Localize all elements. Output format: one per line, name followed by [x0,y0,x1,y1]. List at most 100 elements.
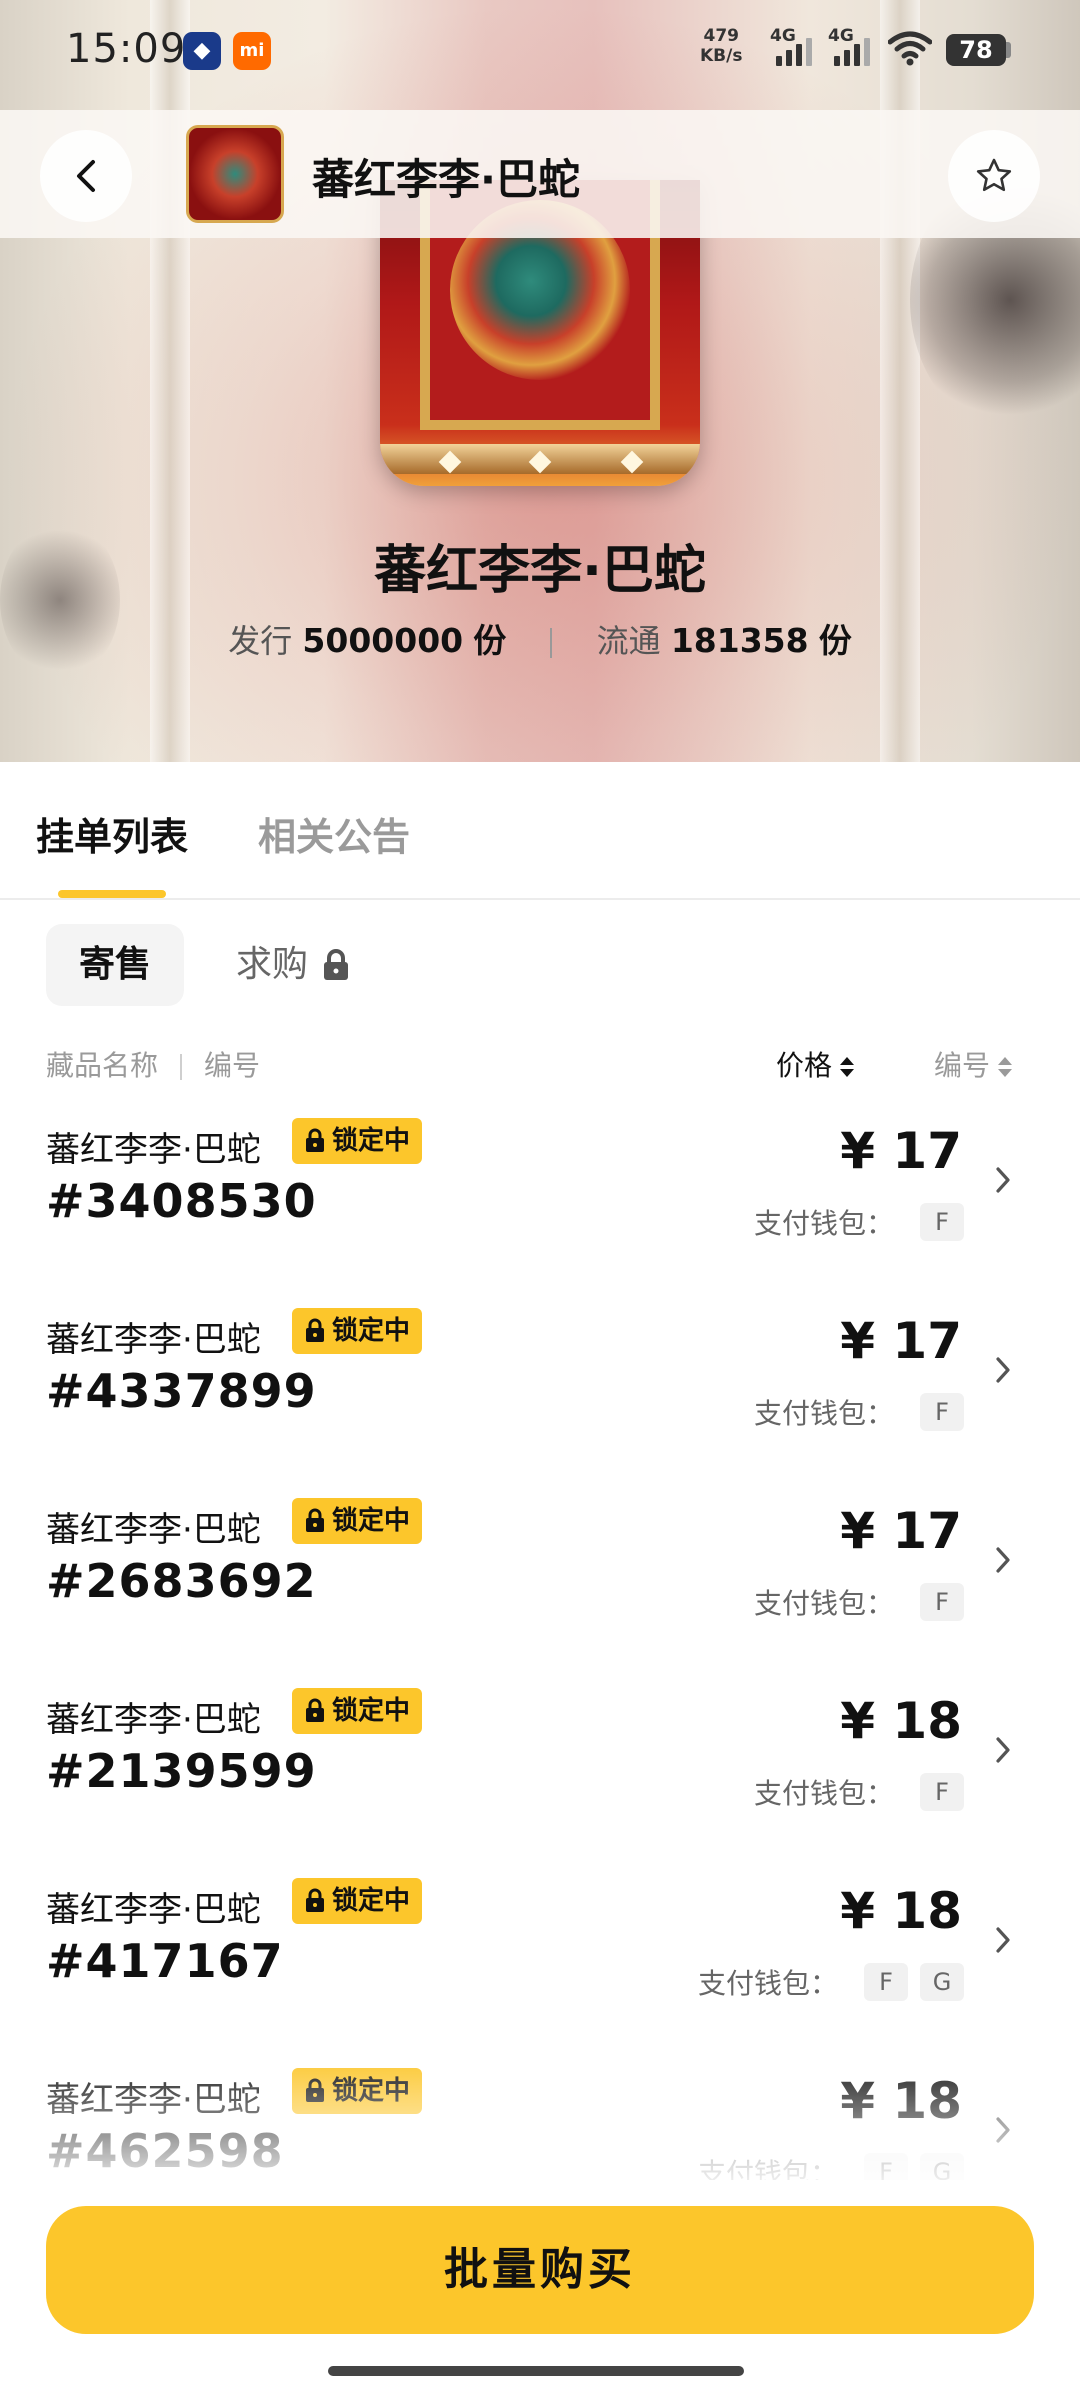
payment-wallet-label: 支付钱包： [697,1967,838,2000]
subtab-bar: 寄售 求购 [0,924,1080,1008]
locked-badge-label: 锁定中 [332,1506,411,1536]
app-notification-icon: ◆ [183,32,221,70]
network-speed: 479 KB/s [700,26,742,66]
listing-serial-number: #3408530 [46,1174,317,1228]
column-name-number: 藏品名称 编号 [46,1044,260,1084]
wallet-tag: G [920,1963,964,2001]
payment-wallets: 支付钱包： F [754,1392,964,1432]
payment-wallet-label: 支付钱包： [753,1207,894,1240]
wallet-tag: F [920,1393,964,1431]
back-button[interactable] [40,130,132,222]
listing-price: ¥ 18 [840,1882,962,1940]
wallet-tag: F [920,1203,964,1241]
stats-divider [550,628,553,658]
circulation-unit: 份 [818,621,852,660]
sort-by-number-button[interactable]: 编号 [934,1044,1013,1084]
chevron-right-icon[interactable] [988,1160,1018,1200]
wallet-tag: F [864,1963,908,2001]
network-speed-value: 479 [703,26,739,46]
mi-app-icon: mi [233,32,271,70]
locked-badge-label: 锁定中 [332,1696,411,1726]
star-icon [976,158,1012,192]
payment-wallet-label: 支付钱包： [753,1587,894,1620]
chevron-right-icon[interactable] [988,1730,1018,1770]
lock-icon [306,1698,324,1722]
listing-item-name: 蕃红李李·巴蛇 [46,1510,261,1550]
listing-item-name: 蕃红李李·巴蛇 [46,1320,261,1360]
listing-item-name: 蕃红李李·巴蛇 [46,1700,261,1740]
chevron-right-icon[interactable] [988,1540,1018,1580]
battery-tip [1006,42,1011,58]
battery-icon: 78 [946,34,1006,66]
listing-item-name: 蕃红李李·巴蛇 [46,1130,261,1170]
payment-wallet-label: 支付钱包： [753,1397,894,1430]
listing-row[interactable]: 蕃红李李·巴蛇 锁定中 #2683692 ¥ 17 支付钱包： F [0,1482,1080,1672]
signal-label: 4G [828,26,854,46]
lock-icon [306,1318,324,1342]
issue-label: 发行 [228,622,293,660]
sort-by-price-button[interactable]: 价格 [776,1044,855,1084]
sort-arrows-icon [998,1055,1013,1079]
payment-wallets: 支付钱包： FG [698,1962,964,2002]
chevron-right-icon[interactable] [988,1920,1018,1960]
issue-count: 5000000 [302,621,464,660]
locked-badge-label: 锁定中 [332,1316,411,1346]
tab-announcements[interactable]: 相关公告 [258,806,410,861]
signal-label: 4G [770,26,796,46]
listing-serial-number: #2139599 [46,1744,317,1798]
favorite-button[interactable] [948,130,1040,222]
locked-badge: 锁定中 [292,1118,423,1164]
lock-icon [306,1508,324,1532]
subtab-purchase-request[interactable]: 求购 [236,924,352,1006]
sort-number-label: 编号 [934,1049,991,1082]
tab-bar: 挂单列表 相关公告 [0,762,1080,900]
subtab-purchase-label: 求购 [236,944,309,985]
payment-wallets: 支付钱包： F [754,1202,964,1242]
sort-arrows-icon [840,1055,855,1079]
payment-wallets: 支付钱包： F [754,1582,964,1622]
locked-badge: 锁定中 [292,1308,423,1354]
listing-price: ¥ 17 [840,1122,962,1180]
listing-row[interactable]: 蕃红李李·巴蛇 锁定中 #4337899 ¥ 17 支付钱包： F [0,1292,1080,1482]
listing-serial-number: #4337899 [46,1364,317,1418]
column-number-label: 编号 [204,1049,261,1082]
status-bar: 15:09 ◆ mi 479 KB/s 4G 4G 78 [0,0,1080,100]
locked-badge: 锁定中 [292,1878,423,1924]
listing-serial-number: #2683692 [46,1554,317,1608]
payment-wallet-label: 支付钱包： [753,1777,894,1810]
wallet-tag: F [920,1583,964,1621]
signal-icon: 4G [770,26,816,66]
issue-unit: 份 [473,621,507,660]
listing-row[interactable]: 蕃红李李·巴蛇 锁定中 #417167 ¥ 18 支付钱包： F G [0,1862,1080,2052]
lock-icon [324,949,349,980]
collectible-name: 蕃红李李·巴蛇 [374,541,706,601]
header-title: 蕃红李李·巴蛇 [312,155,580,204]
chevron-left-icon [77,160,95,192]
bulk-buy-button[interactable]: 批量购买 [46,2206,1034,2334]
locked-badge: 锁定中 [292,1688,423,1734]
active-tab-indicator [58,890,166,898]
column-divider [180,1054,183,1080]
wallet-tag: F [920,1773,964,1811]
circulation-label: 流通 [596,622,661,660]
home-indicator[interactable] [328,2366,744,2376]
subtab-consignment[interactable]: 寄售 [46,924,184,1006]
listing-price: ¥ 18 [840,1692,962,1750]
listing-serial-number: #417167 [46,1934,284,1988]
network-speed-unit: KB/s [700,46,743,66]
listing-row[interactable]: 蕃红李李·巴蛇 锁定中 #2139599 ¥ 18 支付钱包： F [0,1672,1080,1862]
wifi-icon [887,30,933,66]
signal-icon: 4G [828,26,874,66]
tab-listings[interactable]: 挂单列表 [36,806,188,861]
collectible-thumbnail [186,125,284,223]
listing-row[interactable]: 蕃红李李·巴蛇 锁定中 #3408530 ¥ 17 支付钱包： F [0,1102,1080,1292]
status-time: 15:09 [66,26,187,72]
sort-price-label: 价格 [776,1049,833,1082]
chevron-right-icon[interactable] [988,1350,1018,1390]
locked-badge-label: 锁定中 [332,1886,411,1916]
locked-badge-label: 锁定中 [332,1126,411,1156]
list-column-header: 藏品名称 编号 价格 编号 [0,1038,1080,1088]
lock-icon [306,1888,324,1912]
list-fade-overlay [0,2050,1080,2190]
column-name-label: 藏品名称 [46,1049,159,1082]
